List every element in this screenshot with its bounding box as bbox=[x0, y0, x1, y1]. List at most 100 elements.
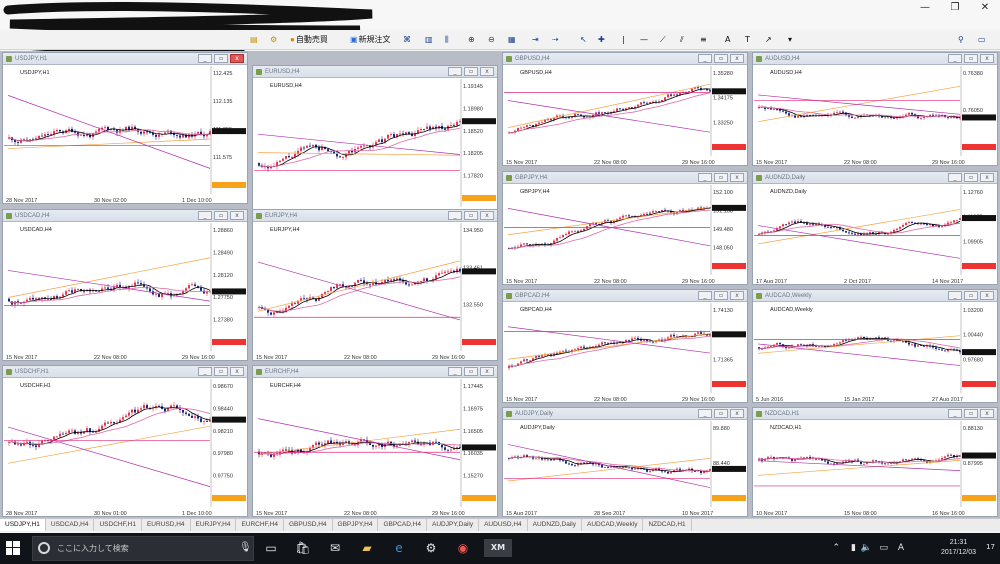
arrows-icon[interactable]: ↗ bbox=[765, 32, 772, 48]
minimize-button[interactable]: — bbox=[910, 0, 940, 16]
chart-window-titlebar[interactable]: GBPCAD,H4 _ ▫ x bbox=[503, 290, 747, 302]
chart-maximize-button[interactable]: ▫ bbox=[714, 173, 728, 182]
chart-minimize-button[interactable]: _ bbox=[448, 211, 462, 220]
chart-window-eurusd[interactable]: EURUSD,H4 _ ▫ x EURUSD,H4 1.19145 1.18980 1.185… bbox=[252, 65, 498, 217]
chart-canvas[interactable]: GBPUSD,H41.352801.341751.332501.3212515 … bbox=[504, 66, 746, 164]
chart-canvas[interactable]: GBPCAD,H41.741301.722701.713651.6855015 … bbox=[504, 303, 746, 401]
chart-window-audnzd[interactable]: AUDNZD,Daily_▫xAUDNZD,Daily1.127601.1137… bbox=[752, 171, 998, 285]
show-hidden-icons-icon[interactable]: ⌃ bbox=[832, 543, 840, 553]
chart-close-button[interactable]: x bbox=[730, 54, 744, 63]
autoscroll-icon[interactable]: ⇢ bbox=[552, 32, 559, 48]
chart-canvas[interactable]: AUDJPY,Daily89.88088.44087.00015 Aug 201… bbox=[504, 421, 746, 515]
chart-minimize-button[interactable]: _ bbox=[698, 54, 712, 63]
chart-tab-audjpy-daily[interactable]: AUDJPY,Daily bbox=[427, 519, 480, 531]
chart-window-gbpjpy[interactable]: GBPJPY,H4 _ ▫ x GBPJPY,H4 152.100 151.138 149.4… bbox=[502, 171, 748, 285]
chart-window-nzdcad[interactable]: NZDCAD,H1_▫xNZDCAD,H10.881300.879950.878… bbox=[752, 407, 998, 517]
chart-tab-usdchf-h1[interactable]: USDCHF,H1 bbox=[94, 519, 142, 531]
trend-line[interactable] bbox=[257, 260, 461, 312]
channel-line[interactable] bbox=[507, 207, 711, 247]
chart-canvas[interactable]: EURCHF,H4 1.17445 1.16975 1.16505 1.16035 1.1… bbox=[254, 379, 496, 515]
chart-tab-audusd-h4[interactable]: AUDUSD,H4 bbox=[479, 519, 528, 531]
chart-window-audusd[interactable]: AUDUSD,H4_▫xAUDUSD,H40.763800.760500.755… bbox=[752, 52, 998, 166]
trend-line[interactable] bbox=[507, 333, 711, 360]
chart-maximize-button[interactable]: ▫ bbox=[464, 67, 478, 76]
chart-close-button[interactable]: x bbox=[230, 54, 244, 63]
chart-window-titlebar[interactable]: AUDCAD,Weekly _ ▫ x bbox=[753, 290, 997, 302]
chart-window-titlebar[interactable]: AUDJPY,Daily _ ▫ x bbox=[503, 408, 747, 420]
channel-line[interactable] bbox=[257, 261, 461, 321]
chart-close-button[interactable]: x bbox=[980, 54, 994, 63]
chart-window-audcad[interactable]: AUDCAD,Weekly _ ▫ x AUDCAD,Weekly 1.03200 1.00… bbox=[752, 289, 998, 403]
chart-tab-gbpjpy-h4[interactable]: GBPJPY,H4 bbox=[333, 519, 379, 531]
text-icon[interactable]: A bbox=[725, 32, 730, 48]
chart-window-titlebar[interactable]: USDJPY,H1 _ ▫ x bbox=[3, 53, 247, 65]
network-icon[interactable]: ▮ bbox=[851, 543, 856, 553]
chart-tab-audnzd-daily[interactable]: AUDNZD,Daily bbox=[528, 519, 582, 531]
chart-maximize-button[interactable]: ▫ bbox=[964, 291, 978, 300]
chart-canvas[interactable]: USDJPY,H1112.425112.135111.855111.575111… bbox=[4, 66, 246, 202]
chart-tab-eurusd-h4[interactable]: EURUSD,H4 bbox=[142, 519, 191, 531]
crosshair-icon[interactable]: ✚ bbox=[598, 32, 605, 48]
chart-window-usdchf[interactable]: USDCHF,H1 _ ▫ x USDCHF,H1 0.98670 0.98440 0.982… bbox=[2, 365, 248, 517]
trend-line[interactable] bbox=[507, 83, 711, 128]
candlestick-icon[interactable]: ⫼ bbox=[445, 32, 449, 48]
chart-shift-icon[interactable]: ⇥ bbox=[532, 32, 539, 48]
chart-window-titlebar[interactable]: EURJPY,H4 _ ▫ x bbox=[253, 210, 497, 222]
chart-canvas[interactable]: AUDCAD,Weekly1.032001.004400.976800.9492… bbox=[754, 303, 996, 401]
chart-maximize-button[interactable]: ▫ bbox=[714, 409, 728, 418]
chart-maximize-button[interactable]: ▫ bbox=[964, 173, 978, 182]
windows-start-icon[interactable] bbox=[6, 541, 20, 555]
file-explorer-icon[interactable]: ▰ bbox=[358, 539, 376, 557]
mail-icon[interactable]: ✉ bbox=[326, 539, 344, 557]
volume-icon[interactable]: 🔈 bbox=[861, 543, 872, 553]
zoom-in-icon[interactable]: ⊕ bbox=[468, 32, 475, 48]
chart-close-button[interactable]: x bbox=[980, 173, 994, 182]
chart-minimize-button[interactable]: _ bbox=[948, 291, 962, 300]
autotrade-button[interactable]: ●自動売買 bbox=[290, 32, 328, 48]
chart-minimize-button[interactable]: _ bbox=[198, 54, 212, 63]
metaeditor-icon[interactable]: ⌘ bbox=[403, 32, 411, 48]
channel-line[interactable] bbox=[7, 270, 211, 302]
chart-minimize-button[interactable]: _ bbox=[948, 409, 962, 418]
chart-window-titlebar[interactable]: NZDCAD,H1 _ ▫ x bbox=[753, 408, 997, 420]
edge-icon[interactable]: e bbox=[390, 539, 408, 557]
chart-close-button[interactable]: x bbox=[730, 291, 744, 300]
channel-line[interactable] bbox=[7, 426, 211, 487]
chart-minimize-button[interactable]: _ bbox=[448, 367, 462, 376]
chart-minimize-button[interactable]: _ bbox=[948, 54, 962, 63]
channel-icon[interactable]: ⫽ bbox=[680, 32, 684, 48]
chart-window-titlebar[interactable]: EURCHF,H4 _ ▫ x bbox=[253, 366, 497, 378]
ime-mode-indicator[interactable]: A bbox=[898, 543, 904, 553]
zoom-out-icon[interactable]: ⊖ bbox=[488, 32, 495, 48]
chart-window-titlebar[interactable]: USDCAD,H4 _ ▫ x bbox=[3, 210, 247, 222]
chart-canvas[interactable]: GBPJPY,H4152.100151.138149.480148.050147… bbox=[504, 185, 746, 283]
new-order-button[interactable]: ▣新規注文 bbox=[350, 32, 391, 48]
chart-window-titlebar[interactable]: USDCHF,H1 _ ▫ x bbox=[3, 366, 247, 378]
search-icon[interactable]: ⚲ bbox=[958, 32, 964, 48]
channel-line[interactable] bbox=[757, 225, 961, 259]
chart-maximize-button[interactable]: ▫ bbox=[964, 409, 978, 418]
chart-minimize-button[interactable]: _ bbox=[698, 173, 712, 182]
chart-canvas[interactable]: AUDUSD,H40.763800.760500.7554015 Nov 201… bbox=[754, 66, 996, 164]
chart-window-audjpy[interactable]: AUDJPY,Daily_▫xAUDJPY,Daily89.88088.4408… bbox=[502, 407, 748, 517]
chart-window-gbpcad[interactable]: GBPCAD,H4_▫xGBPCAD,H41.741301.722701.713… bbox=[502, 289, 748, 403]
chart-close-button[interactable]: x bbox=[480, 67, 494, 76]
chart-tab-gbpcad-h4[interactable]: GBPCAD,H4 bbox=[378, 519, 428, 531]
maximize-button[interactable]: ❐ bbox=[940, 0, 970, 16]
channel-line[interactable] bbox=[507, 444, 711, 488]
battery-icon[interactable]: ▭ bbox=[879, 543, 888, 553]
close-button[interactable]: ✕ bbox=[970, 0, 1000, 16]
chart-maximize-button[interactable]: ▫ bbox=[464, 211, 478, 220]
chart-tab-nzdcad-h1[interactable]: NZDCAD,H1 bbox=[643, 519, 692, 531]
chart-minimize-button[interactable]: _ bbox=[198, 367, 212, 376]
store-icon[interactable]: 🛍 bbox=[294, 539, 312, 557]
channel-line[interactable] bbox=[7, 95, 211, 169]
channel-line[interactable] bbox=[507, 326, 711, 354]
chrome-icon[interactable]: ◉ bbox=[454, 539, 472, 557]
chart-window-gbpusd[interactable]: GBPUSD,H4 _ ▫ x GBPUSD,H4 1.35280 1.34175 1.332… bbox=[502, 52, 748, 166]
chart-window-eurjpy[interactable]: EURJPY,H4 _ ▫ x EURJPY,H4 134.950 133.461 132.5… bbox=[252, 209, 498, 361]
chart-window-titlebar[interactable]: GBPJPY,H4 _ ▫ x bbox=[503, 172, 747, 184]
chart-canvas[interactable]: EURUSD,H4 1.19145 1.18980 1.18520 1.18205 1.1… bbox=[254, 79, 496, 215]
trend-line[interactable] bbox=[7, 138, 211, 149]
chart-maximize-button[interactable]: ▫ bbox=[714, 291, 728, 300]
